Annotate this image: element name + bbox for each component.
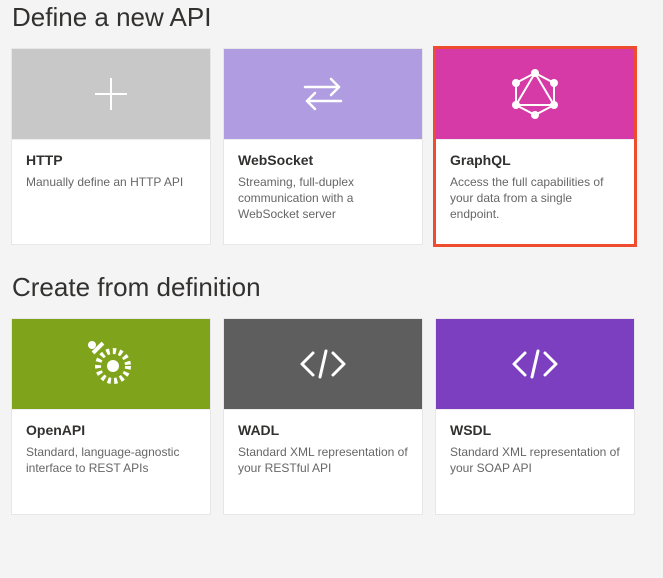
code-icon [224, 319, 422, 409]
card-desc: Standard XML representation of your REST… [238, 444, 408, 476]
card-title: GraphQL [450, 152, 620, 168]
graphql-icon [436, 49, 634, 139]
define-card-row: HTTP Manually define an HTTP API WebSock… [12, 49, 651, 244]
section-title-create: Create from definition [12, 272, 651, 303]
card-body: WSDL Standard XML representation of your… [436, 409, 634, 514]
card-openapi[interactable]: OpenAPI Standard, language-agnostic inte… [12, 319, 210, 514]
card-title: OpenAPI [26, 422, 196, 438]
card-desc: Streaming, full-duplex communication wit… [238, 174, 408, 223]
card-title: HTTP [26, 152, 196, 168]
card-desc: Standard, language-agnostic interface to… [26, 444, 196, 476]
card-body: WADL Standard XML representation of your… [224, 409, 422, 514]
card-body: WebSocket Streaming, full-duplex communi… [224, 139, 422, 244]
card-body: OpenAPI Standard, language-agnostic inte… [12, 409, 210, 514]
create-card-row: OpenAPI Standard, language-agnostic inte… [12, 319, 651, 514]
card-wadl[interactable]: WADL Standard XML representation of your… [224, 319, 422, 514]
card-body: HTTP Manually define an HTTP API [12, 139, 210, 244]
card-websocket[interactable]: WebSocket Streaming, full-duplex communi… [224, 49, 422, 244]
card-http[interactable]: HTTP Manually define an HTTP API [12, 49, 210, 244]
card-title: WSDL [450, 422, 620, 438]
card-title: WADL [238, 422, 408, 438]
code-icon [436, 319, 634, 409]
section-title-define: Define a new API [12, 2, 651, 33]
card-desc: Access the full capabilities of your dat… [450, 174, 620, 223]
arrows-swap-icon [224, 49, 422, 139]
card-graphql[interactable]: GraphQL Access the full capabilities of … [436, 49, 634, 244]
card-desc: Manually define an HTTP API [26, 174, 196, 190]
openapi-icon [12, 319, 210, 409]
card-wsdl[interactable]: WSDL Standard XML representation of your… [436, 319, 634, 514]
card-title: WebSocket [238, 152, 408, 168]
card-desc: Standard XML representation of your SOAP… [450, 444, 620, 476]
card-body: GraphQL Access the full capabilities of … [436, 139, 634, 244]
plus-icon [12, 49, 210, 139]
